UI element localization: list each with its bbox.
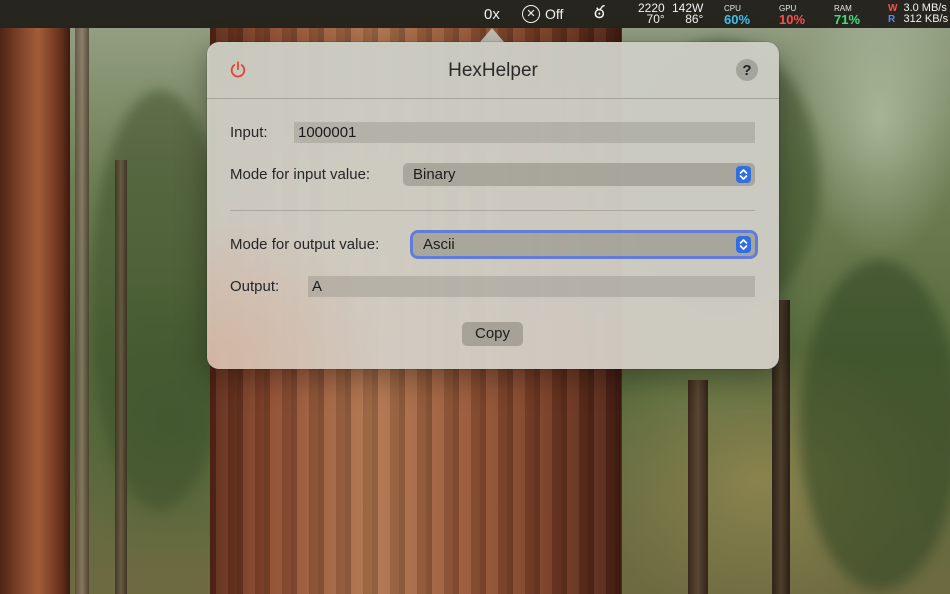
temperature: 70° — [646, 12, 665, 26]
read-rate: 312 KB/s — [903, 13, 949, 25]
popover-header: HexHelper ? — [207, 42, 779, 98]
input-field[interactable]: 1000001 — [294, 122, 755, 143]
hexhelper-popover: HexHelper ? Input: 1000001 Mode for inpu… — [207, 42, 779, 369]
quit-button[interactable] — [227, 59, 249, 81]
tree-trunk — [115, 160, 127, 594]
popover-title: HexHelper — [448, 60, 538, 81]
menu-bar: 0x ✕ Off ఠ 2220 70° 142W 86° CPU 60% GPU… — [0, 0, 950, 28]
popover-arrow — [480, 28, 504, 42]
input-mode-select[interactable]: Binary — [403, 163, 755, 186]
nosleep-status: Off — [545, 6, 564, 22]
temperature-2: 86° — [685, 12, 704, 26]
knot-menubar-item[interactable]: ఠ — [594, 0, 605, 28]
write-label: W — [888, 3, 898, 14]
cpu-value: 60% — [724, 12, 751, 27]
copy-button[interactable]: Copy — [462, 322, 523, 346]
tree-trunk — [688, 380, 708, 594]
knot-icon: ఠ — [594, 1, 605, 22]
updown-chevron-icon — [736, 166, 751, 183]
fan-temp-stat[interactable]: 2220 70° — [638, 0, 665, 28]
ram-value: 71% — [834, 12, 861, 27]
input-mode-value: Binary — [413, 166, 456, 183]
header-divider — [207, 98, 779, 99]
output-mode-select[interactable]: Ascii — [413, 233, 755, 256]
nosleep-menubar-item[interactable]: ✕ Off — [522, 0, 563, 28]
hexhelper-menubar-item[interactable]: 0x — [484, 0, 500, 28]
gpu-stat[interactable]: GPU 10% — [779, 0, 805, 28]
input-mode-label: Mode for input value: — [230, 166, 371, 183]
gpu-value: 10% — [779, 12, 806, 27]
section-divider — [230, 210, 755, 211]
foliage — [800, 260, 950, 590]
read-label: R — [888, 14, 896, 25]
tree-trunk — [0, 28, 70, 594]
output-mode-value: Ascii — [423, 236, 455, 253]
help-button[interactable]: ? — [736, 59, 758, 81]
ram-stat[interactable]: RAM 71% — [834, 0, 860, 28]
output-field[interactable]: A — [308, 276, 755, 297]
input-label: Input: — [230, 124, 268, 141]
output-label: Output: — [230, 278, 280, 295]
no-sleep-icon: ✕ — [522, 5, 540, 23]
hexhelper-menubar-label: 0x — [484, 5, 500, 23]
power-temp-stat[interactable]: 142W 86° — [672, 0, 703, 28]
power-icon — [230, 61, 246, 78]
output-mode-label: Mode for output value: — [230, 236, 380, 253]
network-stat[interactable]: W R 3.0 MB/s 312 KB/s — [888, 0, 948, 28]
tree-trunk — [75, 28, 89, 594]
help-icon: ? — [742, 61, 752, 79]
updown-chevron-icon — [736, 236, 751, 253]
cpu-stat[interactable]: CPU 60% — [724, 0, 750, 28]
